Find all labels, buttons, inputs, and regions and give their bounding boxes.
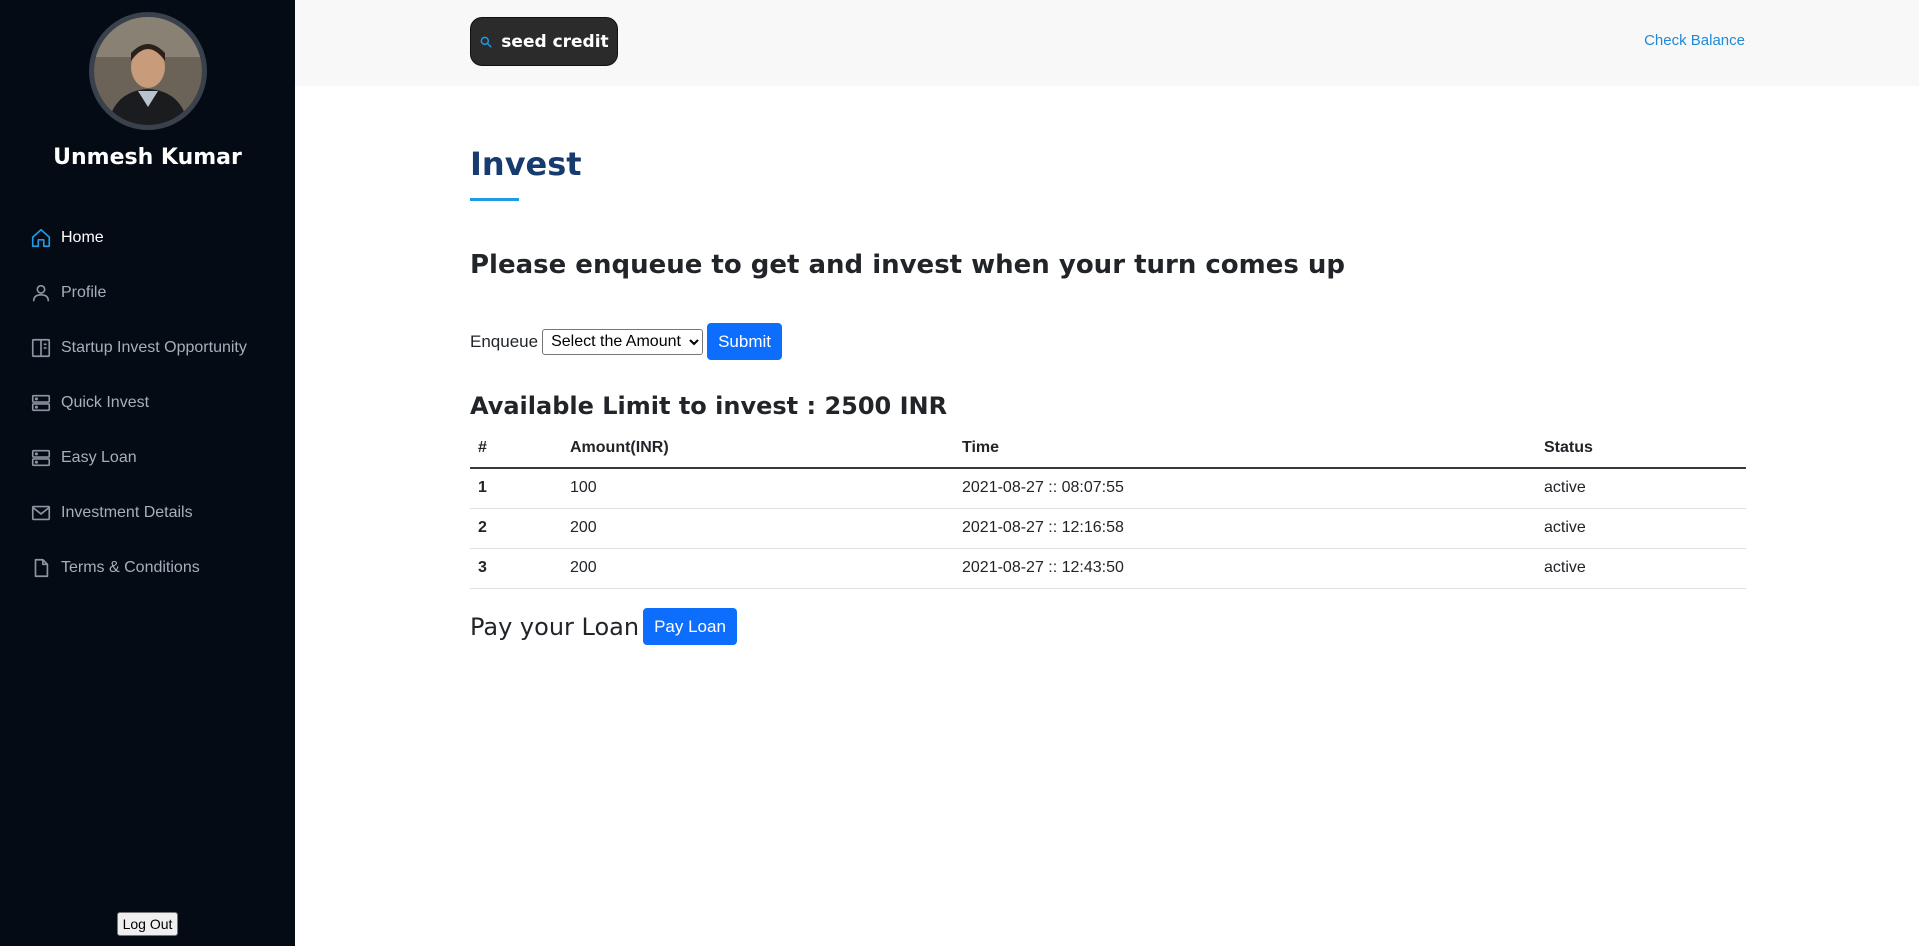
table-header-row: # Amount(INR) Time Status	[470, 428, 1746, 469]
column-header-number: #	[470, 428, 562, 469]
user-icon	[30, 282, 52, 304]
home-icon	[30, 227, 52, 249]
sidebar-item-label: Startup Invest Opportunity	[61, 338, 247, 356]
sidebar-item-label: Quick Invest	[61, 393, 150, 411]
table-row: 3 200 2021-08-27 :: 12:43:50 active	[470, 548, 1746, 589]
sidebar-item-investment-details[interactable]: Investment Details	[30, 485, 247, 540]
sidebar-item-startup-invest-opportunity[interactable]: Startup Invest Opportunity	[30, 320, 247, 375]
row-number: 2	[470, 508, 562, 549]
pay-loan-label: Pay your Loan	[470, 612, 640, 641]
sidebar-item-profile[interactable]: Profile	[30, 265, 247, 320]
sidebar-item-home[interactable]: Home	[30, 210, 247, 265]
sidebar-item-terms-conditions[interactable]: Terms & Conditions	[30, 540, 247, 595]
file-icon	[30, 557, 52, 579]
column-header-time: Time	[954, 428, 1536, 469]
submit-button[interactable]: Submit	[707, 323, 782, 360]
server-icon	[30, 392, 52, 414]
row-time: 2021-08-27 :: 12:43:50	[954, 548, 1536, 589]
row-amount: 100	[562, 468, 954, 509]
enqueue-label: Enqueue	[470, 331, 539, 351]
row-status: active	[1536, 468, 1746, 509]
page-title: Invest	[470, 145, 582, 183]
sidebar-item-easy-loan[interactable]: Easy Loan	[30, 430, 247, 485]
brand-logo[interactable]: seed credit	[470, 17, 618, 66]
sidebar-item-label: Terms & Conditions	[61, 558, 200, 576]
top-bar: seed credit Check Balance	[295, 0, 1919, 86]
row-status: active	[1536, 548, 1746, 589]
enqueue-form: Enqueue Select the Amount Submit	[470, 323, 782, 360]
row-amount: 200	[562, 548, 954, 589]
layout-icon	[30, 337, 52, 359]
avatar-image	[94, 17, 202, 125]
sidebar-item-label: Easy Loan	[61, 448, 137, 466]
check-balance-link[interactable]: Check Balance	[1644, 32, 1745, 49]
table-row: 1 100 2021-08-27 :: 08:07:55 active	[470, 468, 1746, 509]
pay-loan-section: Pay your Loan Pay Loan	[470, 608, 737, 645]
sidebar-nav: Home Profile Startup Invest Opportunity …	[30, 210, 247, 595]
row-time: 2021-08-27 :: 12:16:58	[954, 508, 1536, 549]
sidebar-item-label: Investment Details	[61, 503, 193, 521]
mail-icon	[30, 502, 52, 524]
column-header-amount: Amount(INR)	[562, 428, 954, 469]
row-number: 3	[470, 548, 562, 589]
pay-loan-button[interactable]: Pay Loan	[643, 608, 737, 645]
row-time: 2021-08-27 :: 08:07:55	[954, 468, 1536, 509]
search-icon	[479, 35, 493, 49]
row-status: active	[1536, 508, 1746, 549]
queue-table: # Amount(INR) Time Status 1 100 2021-08-…	[470, 428, 1746, 589]
logout-button[interactable]: Log Out	[117, 912, 178, 936]
available-limit: Available Limit to invest : 2500 INR	[470, 392, 948, 420]
avatar[interactable]	[89, 12, 207, 130]
queue-table-container: # Amount(INR) Time Status 1 100 2021-08-…	[470, 428, 1746, 589]
user-name: Unmesh Kumar	[53, 145, 242, 170]
row-number: 1	[470, 468, 562, 509]
server-icon	[30, 447, 52, 469]
amount-select[interactable]: Select the Amount	[542, 328, 704, 355]
table-row: 2 200 2021-08-27 :: 12:16:58 active	[470, 508, 1746, 549]
title-underline	[470, 198, 519, 201]
sidebar-item-label: Profile	[61, 283, 107, 301]
row-amount: 200	[562, 508, 954, 549]
sidebar-item-quick-invest[interactable]: Quick Invest	[30, 375, 247, 430]
column-header-status: Status	[1536, 428, 1746, 469]
sidebar-item-label: Home	[61, 228, 104, 246]
enqueue-prompt: Please enqueue to get and invest when yo…	[470, 250, 1346, 280]
brand-name: seed credit	[501, 31, 609, 52]
sidebar: Unmesh Kumar Home Profile Startup Invest…	[0, 0, 295, 946]
